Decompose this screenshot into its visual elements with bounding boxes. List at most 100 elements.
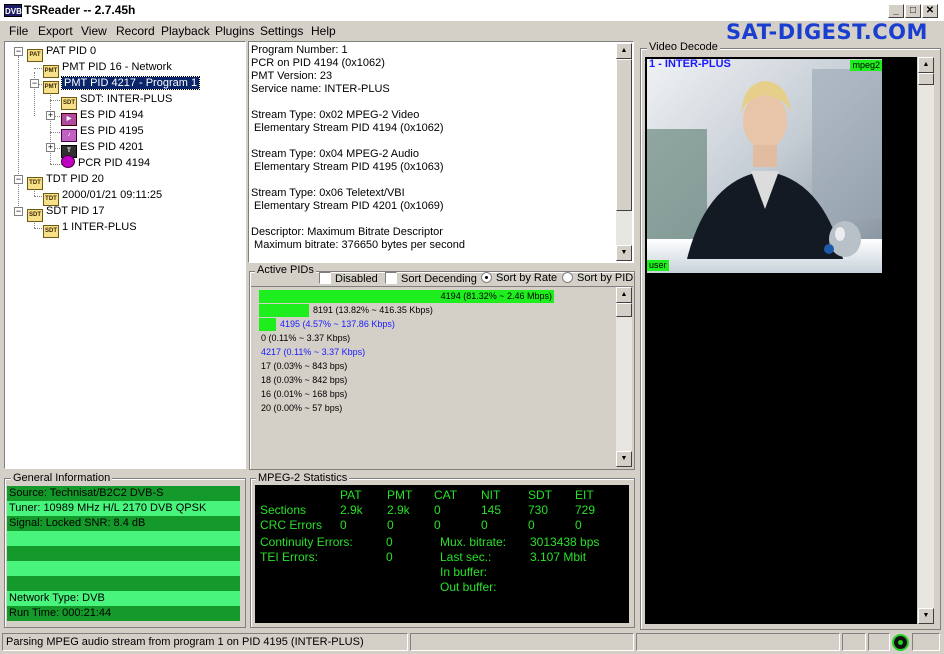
- tree-item-sdt-service-entry[interactable]: SDT 1 INTER-PLUS: [43, 219, 137, 238]
- program-info-line: Elementary Stream PID 4201 (0x1069): [251, 200, 444, 212]
- pid-row-label: 18 (0.03% ~ 842 bps): [261, 375, 348, 385]
- tree-item-sdt[interactable]: SDT SDT PID 17: [27, 203, 105, 222]
- expand-toggle[interactable]: +: [46, 143, 55, 152]
- menu-playback[interactable]: Playback: [161, 24, 210, 38]
- pid-row[interactable]: 0 (0.11% ~ 3.37 Kbps): [259, 332, 619, 345]
- program-info-panel[interactable]: Program Number: 1 PCR on PID 4194 (0x1062…: [248, 41, 634, 263]
- pid-row[interactable]: 8191 (13.82% ~ 416.35 Kbps): [259, 304, 619, 317]
- sdt-icon: SDT: [43, 225, 59, 238]
- pmt-icon: PMT: [43, 81, 59, 94]
- checkbox-icon: [319, 272, 331, 284]
- crc-pat: 0: [340, 518, 347, 532]
- pid-row[interactable]: 16 (0.01% ~ 168 bps): [259, 388, 619, 401]
- tree-item-pat[interactable]: PAT PAT PID 0: [27, 43, 96, 62]
- last-sec-label: Last sec.:: [440, 550, 492, 564]
- pid-row[interactable]: 4217 (0.11% ~ 3.37 Kbps): [259, 346, 619, 359]
- disabled-checkbox[interactable]: Disabled: [319, 272, 378, 285]
- crc-eit: 0: [575, 518, 582, 532]
- pid-row[interactable]: 20 (0.00% ~ 57 bps): [259, 402, 619, 415]
- menu-plugins[interactable]: Plugins: [215, 24, 254, 38]
- tree-item-tdt[interactable]: TDT TDT PID 20: [27, 171, 104, 190]
- window-title: TSReader -- 2.7.45h: [24, 3, 136, 17]
- pid-row-label: 20 (0.00% ~ 57 bps): [261, 403, 343, 413]
- tree-item-pmt-network[interactable]: PMT PMT PID 16 - Network: [43, 59, 172, 78]
- tree-item-pmt-program[interactable]: PMT PMT PID 4217 - Program 1: [43, 75, 201, 94]
- mpeg-stats-label: MPEG-2 Statistics: [256, 472, 350, 484]
- program-info-line: Service name: INTER-PLUS: [251, 83, 390, 95]
- menu-bar: File Export View Record Playback Plugins…: [0, 21, 700, 41]
- continuity-value: 0: [386, 535, 393, 549]
- stat-header-sdt: SDT: [528, 488, 552, 502]
- pid-row[interactable]: 17 (0.03% ~ 843 bps): [259, 360, 619, 373]
- stat-header-pat: PAT: [340, 488, 362, 502]
- scroll-down-icon[interactable]: ▼: [616, 245, 632, 261]
- pid-list-scrollbar[interactable]: ▲ ▼: [616, 287, 632, 467]
- program-info-line: Elementary Stream PID 4194 (0x1062): [251, 122, 444, 134]
- scroll-thumb[interactable]: [616, 59, 632, 211]
- stat-header-cat: CAT: [434, 488, 458, 502]
- collapse-toggle[interactable]: −: [14, 175, 23, 184]
- minimize-button[interactable]: _: [888, 4, 904, 18]
- tree-item-sdt-service[interactable]: SDT SDT: INTER-PLUS: [61, 91, 172, 110]
- tree-item-es-4201[interactable]: T ES PID 4201: [61, 139, 144, 158]
- collapse-toggle[interactable]: −: [14, 47, 23, 56]
- menu-settings[interactable]: Settings: [260, 24, 303, 38]
- signal-lock-icon: [892, 634, 909, 651]
- scroll-up-icon[interactable]: ▲: [918, 57, 934, 73]
- pid-row[interactable]: 18 (0.03% ~ 842 bps): [259, 374, 619, 387]
- program-info-line: Elementary Stream PID 4195 (0x1063): [251, 161, 444, 173]
- continuity-label: Continuity Errors:: [260, 535, 353, 549]
- menu-file[interactable]: File: [9, 24, 28, 38]
- program-info-scrollbar[interactable]: ▲ ▼: [616, 43, 632, 261]
- maximize-button[interactable]: □: [905, 4, 921, 18]
- scroll-up-icon[interactable]: ▲: [616, 43, 632, 59]
- status-pane-2: [410, 633, 634, 651]
- menu-view[interactable]: View: [81, 24, 107, 38]
- general-info-row: Network Type: DVB: [7, 591, 240, 606]
- close-button[interactable]: ✕: [922, 4, 938, 18]
- menu-export[interactable]: Export: [38, 24, 73, 38]
- status-pane-4: [842, 633, 866, 651]
- general-info-row: [7, 561, 240, 576]
- tree-item-tdt-time[interactable]: TDT 2000/01/21 09:11:25: [43, 187, 162, 206]
- pid-tree[interactable]: − PAT PAT PID 0 PMT PMT PID 16 - Network −…: [4, 41, 246, 469]
- general-info-row: Source: Technisat/B2C2 DVB-S: [7, 486, 240, 501]
- collapse-toggle[interactable]: −: [14, 207, 23, 216]
- menu-record[interactable]: Record: [116, 24, 155, 38]
- pid-row-label: 4194 (81.32% ~ 2.46 Mbps): [440, 291, 552, 301]
- tree-item-pcr[interactable]: PCR PID 4194: [61, 155, 150, 171]
- sort-descending-checkbox[interactable]: Sort Decending: [385, 272, 477, 285]
- checkbox-icon: [385, 272, 397, 284]
- pid-row[interactable]: 4194 (81.32% ~ 2.46 Mbps): [259, 290, 619, 303]
- tree-item-es-4194[interactable]: ▶ ES PID 4194: [61, 107, 144, 126]
- stat-header-eit: EIT: [575, 488, 594, 502]
- program-info-line: Stream Type: 0x04 MPEG-2 Audio: [251, 148, 419, 160]
- mux-bitrate-label: Mux. bitrate:: [440, 535, 507, 549]
- scroll-up-icon[interactable]: ▲: [616, 287, 632, 303]
- pid-list[interactable]: 4194 (81.32% ~ 2.46 Mbps) 8191 (13.82% ~ …: [251, 286, 633, 468]
- menu-help[interactable]: Help: [311, 24, 336, 38]
- pid-row-label: 4195 (4.57% ~ 137.86 Kbps): [280, 319, 395, 329]
- pid-row[interactable]: 4195 (4.57% ~ 137.86 Kbps): [259, 318, 619, 331]
- collapse-toggle[interactable]: −: [30, 79, 39, 88]
- scroll-thumb[interactable]: [918, 73, 934, 85]
- pid-row-label: 0 (0.11% ~ 3.37 Kbps): [261, 333, 351, 343]
- general-info-row: Signal: Locked SNR: 8.4 dB: [7, 516, 240, 531]
- program-info-line: Stream Type: 0x02 MPEG-2 Video: [251, 109, 420, 121]
- expand-toggle[interactable]: +: [46, 111, 55, 120]
- scroll-thumb[interactable]: [616, 303, 632, 317]
- program-info-line: Maximum bitrate: 376650 bytes per second: [251, 239, 466, 251]
- scroll-down-icon[interactable]: ▼: [918, 608, 934, 624]
- general-info-label: General Information: [11, 472, 113, 484]
- news-anchor-image: [647, 59, 882, 273]
- sort-by-rate-radio[interactable]: Sort by Rate: [481, 272, 557, 284]
- video-scrollbar[interactable]: ▲ ▼: [918, 57, 934, 624]
- sections-sdt: 730: [528, 503, 549, 517]
- last-sec-value: 3.107 Mbit: [530, 550, 587, 564]
- active-pids-label: Active PIDs: [255, 264, 316, 276]
- sort-by-pid-radio[interactable]: Sort by PID: [562, 272, 633, 284]
- tree-item-es-4195[interactable]: ♪ ES PID 4195: [61, 123, 144, 142]
- in-buffer-label: In buffer:: [440, 565, 488, 579]
- sections-nit: 145: [481, 503, 502, 517]
- scroll-down-icon[interactable]: ▼: [616, 451, 632, 467]
